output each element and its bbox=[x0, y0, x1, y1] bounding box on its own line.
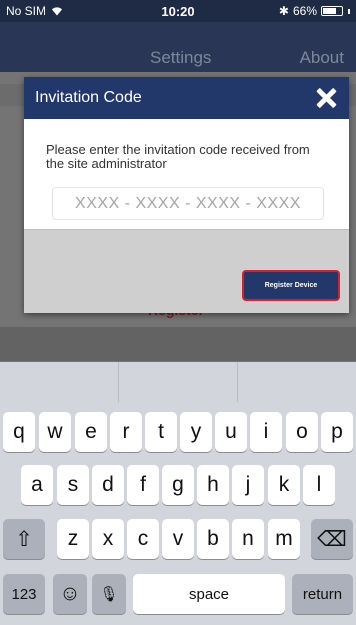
bluetooth-icon: ✱ bbox=[278, 4, 289, 18]
key-i[interactable]: i bbox=[250, 412, 282, 452]
suggestion-slot[interactable] bbox=[119, 362, 238, 402]
key-e[interactable]: e bbox=[75, 412, 107, 452]
key-a[interactable]: a bbox=[21, 465, 53, 505]
key-y[interactable]: y bbox=[180, 412, 212, 452]
key-b[interactable]: b bbox=[197, 519, 229, 559]
key-row-4: 123 ☺ 🎙 space return bbox=[0, 574, 356, 614]
keyboard: q w e r t y u i o p a s d f g h j k l ⇧ … bbox=[0, 402, 356, 625]
key-p[interactable]: p bbox=[321, 412, 353, 452]
dialog-content: Please enter the invitation code receive… bbox=[24, 119, 349, 247]
key-n[interactable]: n bbox=[232, 519, 264, 559]
invitation-code-dialog: Invitation Code Please enter the invitat… bbox=[24, 77, 349, 313]
dialog-footer: Register Device bbox=[24, 229, 349, 313]
emoji-icon[interactable]: ☺ bbox=[53, 574, 87, 614]
status-left: No SIM bbox=[6, 4, 126, 18]
key-row-2: a s d f g h j k l bbox=[0, 465, 356, 505]
shift-key[interactable]: ⇧ bbox=[3, 519, 45, 559]
key-t[interactable]: t bbox=[145, 412, 177, 452]
invitation-code-input[interactable] bbox=[52, 187, 324, 220]
nav-settings[interactable]: Settings bbox=[150, 48, 211, 68]
key-j[interactable]: j bbox=[232, 465, 264, 505]
key-r[interactable]: r bbox=[110, 412, 142, 452]
key-u[interactable]: u bbox=[215, 412, 247, 452]
key-s[interactable]: s bbox=[57, 465, 89, 505]
dialog-header: Invitation Code bbox=[24, 77, 349, 119]
suggestion-bar bbox=[0, 362, 356, 402]
key-z[interactable]: z bbox=[57, 519, 89, 559]
key-f[interactable]: f bbox=[127, 465, 159, 505]
dialog-title: Invitation Code bbox=[35, 89, 142, 106]
clock: 10:20 bbox=[161, 3, 195, 19]
delete-key[interactable]: ⌫ bbox=[311, 519, 353, 559]
numbers-key[interactable]: 123 bbox=[3, 574, 45, 614]
status-bar: No SIM 10:20 ✱ 66% bbox=[0, 0, 356, 22]
key-d[interactable]: d bbox=[92, 465, 124, 505]
suggestion-slot[interactable] bbox=[238, 362, 356, 402]
battery-icon bbox=[321, 6, 343, 16]
dialog-message: Please enter the invitation code receive… bbox=[46, 142, 310, 171]
key-o[interactable]: o bbox=[286, 412, 318, 452]
space-key[interactable]: space bbox=[133, 574, 285, 614]
register-device-button[interactable]: Register Device bbox=[242, 270, 340, 301]
return-key[interactable]: return bbox=[292, 574, 353, 614]
wifi-icon bbox=[52, 7, 63, 16]
key-k[interactable]: k bbox=[268, 465, 300, 505]
app-band-bottom bbox=[0, 327, 356, 361]
battery-tip bbox=[348, 8, 350, 14]
status-right: ✱ 66% bbox=[230, 4, 350, 18]
key-row-1: q w e r t y u i o p bbox=[0, 412, 356, 452]
key-l[interactable]: l bbox=[303, 465, 335, 505]
key-q[interactable]: q bbox=[3, 412, 35, 452]
battery-percent: 66% bbox=[292, 4, 317, 18]
carrier-label: No SIM bbox=[6, 4, 47, 18]
key-v[interactable]: v bbox=[162, 519, 194, 559]
key-c[interactable]: c bbox=[127, 519, 159, 559]
microphone-icon[interactable]: 🎙 bbox=[92, 574, 126, 614]
nav-about[interactable]: About bbox=[300, 48, 344, 68]
key-m[interactable]: m bbox=[268, 519, 300, 559]
key-w[interactable]: w bbox=[39, 412, 71, 452]
close-icon[interactable] bbox=[315, 87, 337, 109]
key-h[interactable]: h bbox=[197, 465, 229, 505]
nav-bar: Settings About bbox=[0, 22, 356, 72]
key-g[interactable]: g bbox=[162, 465, 194, 505]
suggestion-slot[interactable] bbox=[0, 362, 119, 402]
key-x[interactable]: x bbox=[92, 519, 124, 559]
key-row-3: ⇧ z x c v b n m ⌫ bbox=[0, 519, 356, 559]
